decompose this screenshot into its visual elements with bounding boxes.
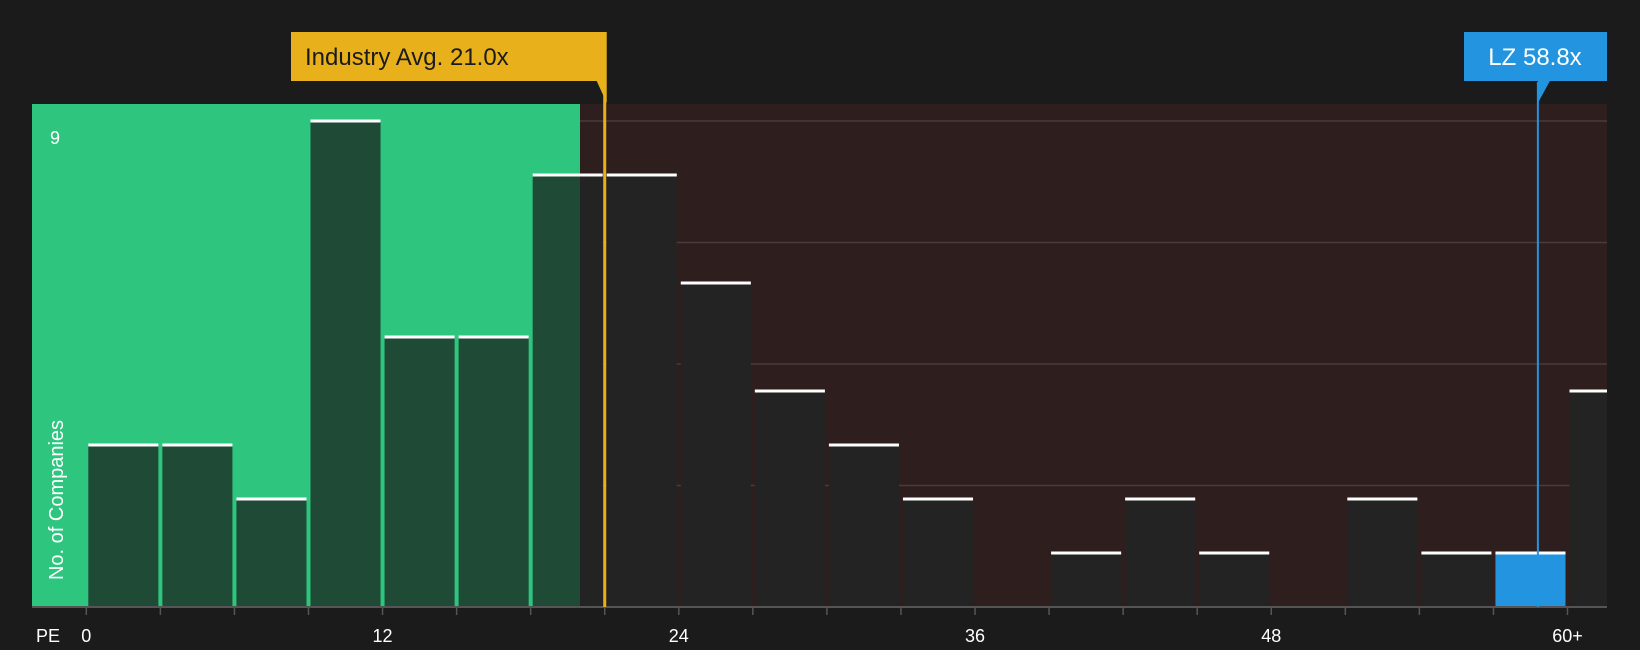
- bar: [532, 175, 581, 607]
- bar-cap: [1421, 551, 1492, 555]
- bar-cap: [384, 335, 455, 339]
- bar-cap: [88, 443, 159, 447]
- x-tick-label: 24: [669, 626, 689, 646]
- bar-cap: [1347, 497, 1418, 501]
- y-tick-label: 9: [50, 128, 60, 148]
- bar-cap: [162, 443, 233, 447]
- bar: [1199, 553, 1270, 607]
- x-tick-label: 0: [81, 626, 91, 646]
- x-axis-label: PE: [36, 626, 60, 646]
- bar: [384, 337, 455, 607]
- bar: [1569, 391, 1607, 607]
- bar: [902, 499, 974, 607]
- bar-cap: [310, 119, 381, 123]
- bar: [606, 175, 677, 607]
- company-pe-label: LZ 58.8x: [1488, 44, 1581, 71]
- x-tick-label: 36: [965, 626, 985, 646]
- bar: [580, 175, 603, 607]
- bar: [1421, 553, 1492, 607]
- bar-cap: [1495, 551, 1566, 555]
- y-axis-label: No. of Companies: [46, 420, 68, 580]
- x-axis: [32, 606, 1607, 615]
- bar-cap: [532, 173, 603, 177]
- x-tick-labels: 0 12 24 36 48 60+: [81, 626, 1582, 646]
- bar: [828, 445, 899, 607]
- x-tick-label: 48: [1261, 626, 1281, 646]
- bar-cap: [902, 497, 974, 501]
- bar-cap: [1199, 551, 1270, 555]
- pe-histogram-chart: No. of Companies 9 PE 0 12 24 36 48 60+ Indus…: [32, 32, 1607, 646]
- bar: [1495, 553, 1566, 607]
- bar-cap: [1051, 551, 1122, 555]
- x-tick-label: 60+: [1552, 626, 1583, 646]
- bar: [88, 445, 159, 607]
- bar-cap: [236, 497, 307, 501]
- bar-cap: [754, 389, 825, 393]
- bar-cap: [1569, 389, 1607, 393]
- bar: [310, 121, 381, 607]
- bar: [1347, 499, 1418, 607]
- bar: [236, 499, 307, 607]
- bar: [458, 337, 529, 607]
- bar: [754, 391, 825, 607]
- bar-cap: [828, 443, 899, 447]
- bar-cap: [458, 335, 529, 339]
- bar: [162, 445, 233, 607]
- x-tick-label: 12: [373, 626, 393, 646]
- bar-cap: [1125, 497, 1196, 501]
- industry-average-label: Industry Avg. 21.0x: [305, 44, 509, 71]
- bar: [1125, 499, 1196, 607]
- bar: [680, 283, 751, 607]
- bar: [1051, 553, 1122, 607]
- bar-cap: [680, 281, 751, 285]
- bar-cap: [606, 173, 677, 177]
